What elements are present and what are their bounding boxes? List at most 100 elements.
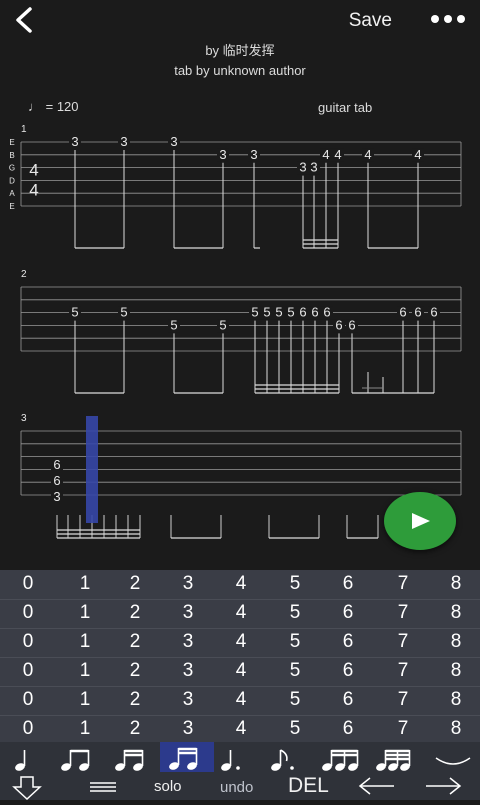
fret-key-4[interactable]: 4 — [221, 602, 261, 624]
string-name: E — [9, 202, 14, 211]
edit-cursor[interactable] — [86, 416, 98, 523]
sixteenth-group-button[interactable] — [374, 746, 418, 772]
fret-key-3[interactable]: 3 — [168, 689, 208, 711]
fret-key-8[interactable]: 8 — [436, 689, 476, 711]
fret-key-3[interactable]: 3 — [168, 660, 208, 682]
fret-number: 6 — [348, 317, 355, 332]
fret-key-5[interactable]: 5 — [275, 718, 315, 740]
fret-key-6[interactable]: 6 — [328, 631, 368, 653]
fret-key-3[interactable]: 3 — [168, 602, 208, 624]
fret-key-2[interactable]: 2 — [115, 631, 155, 653]
keypad-row: 012345678 — [0, 599, 480, 629]
fret-key-2[interactable]: 2 — [115, 718, 155, 740]
keypad-row: 012345678 — [0, 686, 480, 716]
fret-key-5[interactable]: 5 — [275, 660, 315, 682]
fret-key-8[interactable]: 8 — [436, 718, 476, 740]
fret-key-0[interactable]: 0 — [8, 631, 48, 653]
fret-number: 6 — [323, 305, 330, 320]
dotted-eighth-button[interactable] — [268, 746, 300, 772]
tie-button[interactable] — [434, 754, 472, 770]
more-options-icon[interactable] — [430, 12, 466, 26]
fret-number: 3 — [53, 489, 60, 504]
fret-key-3[interactable]: 3 — [168, 718, 208, 740]
fret-number: 3 — [219, 147, 226, 162]
fret-key-5[interactable]: 5 — [275, 689, 315, 711]
fret-key-7[interactable]: 7 — [383, 602, 423, 624]
fret-key-7[interactable]: 7 — [383, 573, 423, 595]
fret-key-7[interactable]: 7 — [383, 689, 423, 711]
solo-button[interactable]: solo — [154, 778, 182, 795]
eighth-note-button[interactable] — [58, 746, 94, 772]
fret-number: 6 — [335, 317, 342, 332]
fret-key-2[interactable]: 2 — [115, 689, 155, 711]
fret-key-6[interactable]: 6 — [328, 602, 368, 624]
fret-number: 4 — [334, 147, 341, 162]
fret-number: 5 — [251, 305, 258, 320]
fret-number: 5 — [275, 305, 282, 320]
fret-key-7[interactable]: 7 — [383, 631, 423, 653]
fret-key-4[interactable]: 4 — [221, 573, 261, 595]
fret-key-6[interactable]: 6 — [328, 689, 368, 711]
fret-key-4[interactable]: 4 — [221, 631, 261, 653]
save-button[interactable]: Save — [349, 10, 392, 32]
fret-key-3[interactable]: 3 — [168, 573, 208, 595]
fret-key-6[interactable]: 6 — [328, 718, 368, 740]
menu-button[interactable] — [88, 780, 118, 794]
fret-key-4[interactable]: 4 — [221, 718, 261, 740]
fret-key-6[interactable]: 6 — [328, 573, 368, 595]
fret-key-0[interactable]: 0 — [8, 689, 48, 711]
fret-key-8[interactable]: 8 — [436, 660, 476, 682]
fret-key-7[interactable]: 7 — [383, 718, 423, 740]
fret-number: 6 — [311, 305, 318, 320]
fret-key-8[interactable]: 8 — [436, 602, 476, 624]
play-icon — [412, 513, 430, 529]
tempo-marking: ♩ = 120 — [28, 99, 79, 114]
fret-number: 6 — [53, 457, 60, 472]
eighth-pair-button[interactable] — [112, 746, 148, 772]
quarter-note-button[interactable] — [12, 746, 34, 772]
fret-key-4[interactable]: 4 — [221, 660, 261, 682]
fret-number: 5 — [287, 305, 294, 320]
bottom-toolbar: solo undo DEL — [0, 742, 480, 801]
fret-key-8[interactable]: 8 — [436, 631, 476, 653]
fret-key-8[interactable]: 8 — [436, 573, 476, 595]
down-arrow-icon — [12, 776, 42, 801]
fret-key-0[interactable]: 0 — [8, 602, 48, 624]
fret-key-2[interactable]: 2 — [115, 573, 155, 595]
down-arrow-button[interactable] — [10, 774, 44, 801]
tab-credit: tab by unknown author — [174, 63, 306, 78]
dotted-quarter-icon — [221, 750, 240, 771]
fret-key-7[interactable]: 7 — [383, 660, 423, 682]
fret-key-0[interactable]: 0 — [8, 660, 48, 682]
fret-key-6[interactable]: 6 — [328, 660, 368, 682]
fret-key-1[interactable]: 1 — [65, 631, 105, 653]
fret-key-3[interactable]: 3 — [168, 631, 208, 653]
fret-key-5[interactable]: 5 — [275, 573, 315, 595]
string-name: D — [9, 176, 15, 185]
fret-key-2[interactable]: 2 — [115, 602, 155, 624]
dotted-quarter-button[interactable] — [218, 746, 248, 772]
undo-button[interactable]: undo — [220, 779, 253, 796]
fret-key-2[interactable]: 2 — [115, 660, 155, 682]
fret-key-1[interactable]: 1 — [65, 689, 105, 711]
fret-key-5[interactable]: 5 — [275, 631, 315, 653]
fret-key-0[interactable]: 0 — [8, 718, 48, 740]
play-button[interactable] — [384, 492, 456, 550]
right-arrow-icon — [426, 777, 462, 795]
left-arrow-button[interactable] — [356, 776, 396, 796]
sixteenth-triplet-button[interactable] — [320, 746, 362, 772]
fret-key-1[interactable]: 1 — [65, 573, 105, 595]
top-bar: Save — [0, 0, 480, 40]
delete-button[interactable]: DEL — [288, 774, 329, 798]
fret-key-4[interactable]: 4 — [221, 689, 261, 711]
fret-key-1[interactable]: 1 — [65, 602, 105, 624]
sixteenth-note-button[interactable] — [160, 742, 214, 772]
back-arrow-icon[interactable] — [10, 6, 38, 34]
string-name: E — [9, 138, 14, 147]
fret-key-1[interactable]: 1 — [65, 718, 105, 740]
fret-number: 5 — [120, 305, 127, 320]
fret-key-0[interactable]: 0 — [8, 573, 48, 595]
fret-key-1[interactable]: 1 — [65, 660, 105, 682]
right-arrow-button[interactable] — [424, 776, 466, 796]
fret-key-5[interactable]: 5 — [275, 602, 315, 624]
